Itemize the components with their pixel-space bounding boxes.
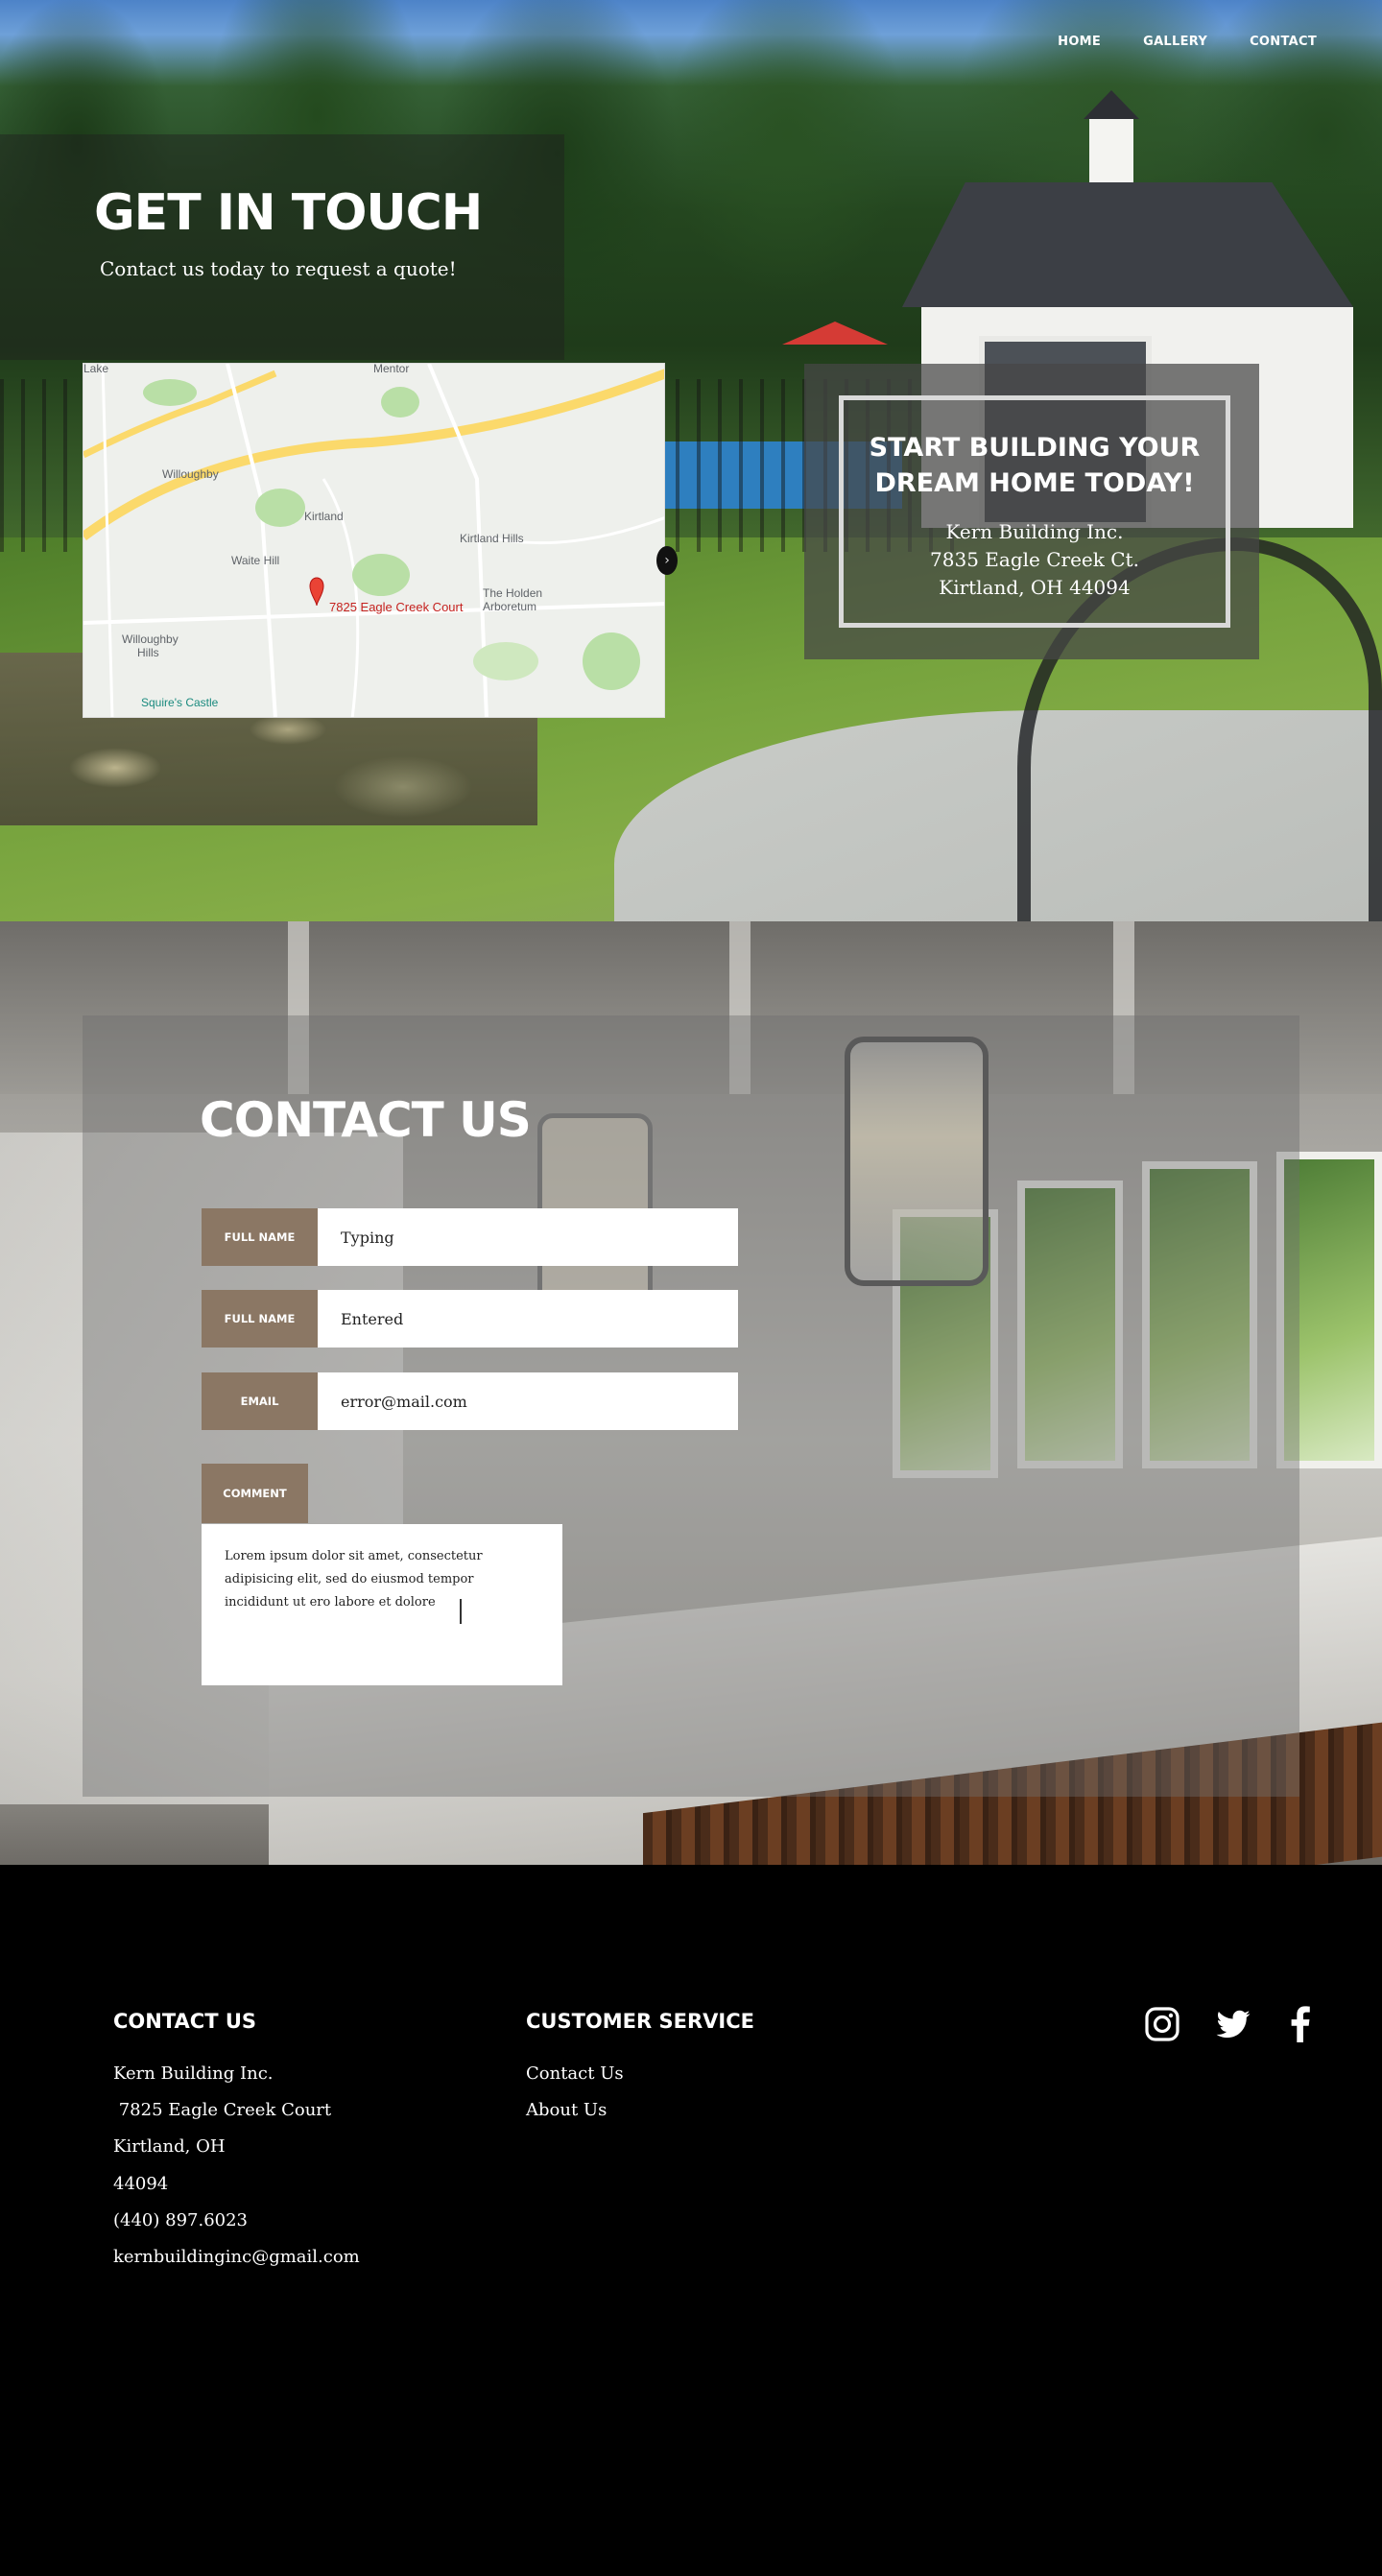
map-label: Lake	[83, 363, 109, 375]
map-label: Kirtland	[304, 510, 344, 523]
text-cursor	[460, 1599, 462, 1624]
full-name-label: FULL NAME	[202, 1290, 318, 1348]
promo-title-line: DREAM HOME TODAY!	[874, 468, 1195, 498]
full-name-input[interactable]	[318, 1290, 738, 1348]
map-label: Hills	[137, 646, 159, 659]
facebook-icon[interactable]	[1284, 2006, 1322, 2044]
comment-textarea[interactable]: Lorem ipsum dolor sit amet, consectetur …	[202, 1524, 562, 1685]
full-name-label: FULL NAME	[202, 1208, 318, 1266]
promo-address: Kern Building Inc. 7835 Eagle Creek Ct. …	[839, 518, 1230, 602]
footer-contact-heading: CONTACT US	[113, 2010, 257, 2033]
footer-city: Kirtland, OH	[113, 2136, 226, 2157]
promo-street: 7835 Eagle Creek Ct.	[930, 548, 1139, 571]
footer-service-heading: CUSTOMER SERVICE	[526, 2010, 754, 2033]
contact-form-title: CONTACT US	[200, 1092, 532, 1148]
footer-link-about[interactable]: About Us	[526, 2100, 607, 2120]
map-label: Kirtland Hills	[460, 532, 524, 545]
map-label: Waite Hill	[231, 554, 280, 567]
footer-zip: 44094	[113, 2174, 169, 2194]
footer-link-contact[interactable]: Contact Us	[526, 2063, 624, 2084]
footer-company: Kern Building Inc.	[113, 2063, 274, 2084]
instagram-icon[interactable]	[1144, 2006, 1182, 2044]
top-nav: HOME GALLERY CONTACT	[1058, 35, 1317, 49]
map-label: Mentor	[373, 363, 410, 375]
location-map[interactable]: Willoughby Kirtland Kirtland Hills Waite…	[83, 363, 665, 718]
full-name-input[interactable]	[318, 1208, 738, 1266]
promo-title: START BUILDING YOUR DREAM HOME TODAY!	[839, 430, 1230, 501]
map-poi-label: Squire's Castle	[141, 696, 219, 709]
promo-company: Kern Building Inc.	[945, 520, 1124, 543]
twitter-icon[interactable]	[1215, 2006, 1253, 2044]
nav-contact[interactable]: CONTACT	[1250, 35, 1317, 49]
comment-label: COMMENT	[202, 1464, 308, 1523]
map-label: Willoughby	[122, 632, 179, 646]
map-label: Arboretum	[483, 600, 537, 613]
page-title: GET IN TOUCH	[94, 184, 483, 242]
map-graphic	[83, 364, 664, 717]
promo-title-line: START BUILDING YOUR	[869, 433, 1201, 463]
email-input[interactable]	[318, 1372, 738, 1430]
get-in-touch-panel	[0, 134, 564, 360]
footer-email: kernbuildinginc@gmail.com	[113, 2247, 360, 2267]
map-pin-label: 7825 Eagle Creek Court	[329, 600, 464, 614]
footer-phone: (440) 897.6023	[113, 2210, 249, 2230]
nav-gallery[interactable]: GALLERY	[1143, 35, 1207, 49]
nav-home[interactable]: HOME	[1058, 35, 1101, 49]
promo-city: Kirtland, OH 44094	[939, 576, 1131, 599]
house-cupola	[1089, 115, 1133, 192]
page-subtitle: Contact us today to request a quote!	[100, 257, 457, 280]
email-label: EMAIL	[202, 1372, 318, 1430]
map-label: The Holden	[483, 586, 543, 600]
footer-street: 7825 Eagle Creek Court	[113, 2100, 332, 2120]
house-roof	[902, 182, 1353, 307]
map-label: Willoughby	[162, 467, 219, 481]
carousel-arrow[interactable]: ›	[656, 546, 678, 575]
